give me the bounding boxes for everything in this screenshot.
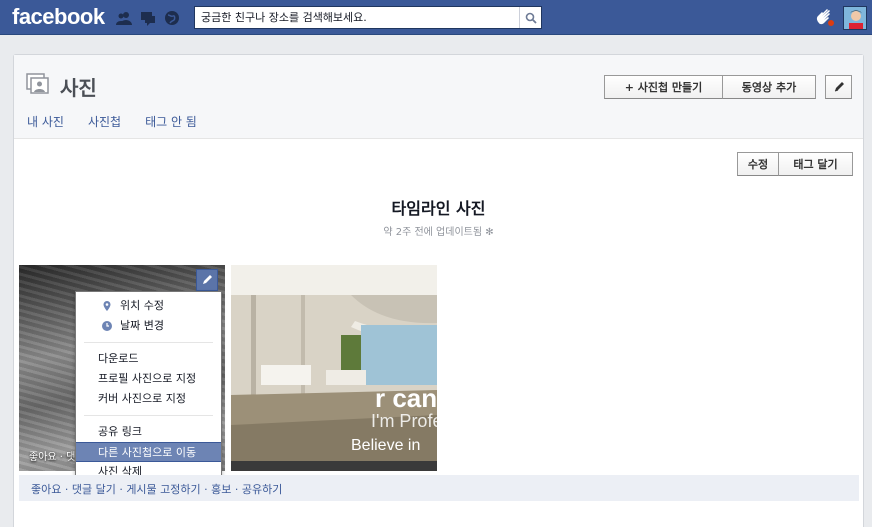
search-icon — [525, 12, 537, 24]
photo-overlay-small: Believe in — [351, 437, 421, 454]
menu-item-move-to-album[interactable]: 다른 사진첩으로 이동 — [76, 442, 221, 462]
photo-actions-links[interactable]: 좋아요 · 댓글 달기 · 게시물 고정하기 · 홍보 · 공유하기 — [31, 481, 282, 497]
menu-separator — [84, 415, 213, 416]
tag-album-button[interactable]: 태그 달기 — [779, 152, 853, 176]
top-navigation-bar: facebook — [0, 0, 872, 35]
photo-overlay-mid: I'm Profe — [371, 411, 437, 431]
menu-separator — [84, 342, 213, 343]
menu-item-share-link[interactable]: 공유 링크 — [76, 422, 221, 442]
photo-actions-bar: 좋아요 · 댓글 달기 · 게시물 고정하기 · 홍보 · 공유하기 — [19, 475, 859, 501]
tab-albums[interactable]: 사진첩 — [88, 113, 121, 130]
messages-icon[interactable] — [140, 10, 156, 26]
edit-album-button[interactable]: 수정 — [737, 152, 779, 176]
photos-icon — [26, 73, 49, 94]
add-video-button[interactable]: 동영상 추가 — [723, 75, 816, 99]
location-pin-icon — [103, 301, 111, 311]
album-subtitle: 약 2주 전에 업데이트됨 ✻ — [14, 223, 863, 238]
header-button-group: + 사진첩 만들기 동영상 추가 — [604, 75, 816, 99]
notifications-icon[interactable] — [164, 10, 180, 26]
avatar[interactable] — [843, 6, 867, 30]
edit-pencil-button[interactable] — [825, 75, 852, 99]
tab-my-photos[interactable]: 내 사진 — [27, 113, 64, 130]
photo-edit-button[interactable] — [196, 269, 218, 291]
hand-icon[interactable] — [814, 7, 836, 29]
photo-meta: 좋아요 · 댓 — [29, 452, 76, 463]
facebook-logo[interactable]: facebook — [12, 4, 105, 30]
updated-time: 약 2주 전에 업데이트됨 — [383, 227, 483, 238]
photo-item[interactable]: r can I'm Profe Believe in — [231, 265, 437, 471]
clock-icon — [102, 321, 112, 331]
page-title: 사진 — [60, 76, 97, 100]
menu-item-download[interactable]: 다운로드 — [76, 349, 221, 369]
album-button-group: 수정 태그 달기 — [737, 152, 853, 176]
pencil-icon — [834, 82, 844, 92]
menu-item-change-date[interactable]: 날짜 변경 — [76, 316, 221, 336]
search-button[interactable] — [519, 7, 541, 28]
menu-item-set-cover-photo[interactable]: 커버 사진으로 지정 — [76, 389, 221, 409]
create-album-button[interactable]: + 사진첩 만들기 — [604, 75, 723, 99]
profile-picture-icon — [844, 7, 866, 29]
album-title: 타임라인 사진 — [391, 199, 486, 218]
photo-tabs: 내 사진 사진첩 태그 안 됨 — [27, 113, 197, 130]
photos-panel: 사진 내 사진 사진첩 태그 안 됨 + 사진첩 만들기 동영상 추가 수정 태… — [13, 54, 864, 527]
pencil-icon — [203, 275, 212, 284]
search-input[interactable] — [195, 7, 519, 28]
tab-untagged[interactable]: 태그 안 됨 — [145, 113, 197, 130]
photo-overlay-big: r can — [375, 383, 437, 413]
photos-header: 사진 내 사진 사진첩 태그 안 됨 + 사진첩 만들기 동영상 추가 — [14, 55, 863, 139]
menu-item-set-profile-picture[interactable]: 프로필 사진으로 지정 — [76, 369, 221, 389]
menu-item-edit-location[interactable]: 위치 수정 — [76, 296, 221, 316]
photo-options-menu: 위치 수정 날짜 변경 다운로드 프로필 사진으로 지정 커버 사진으로 지정 … — [75, 291, 222, 487]
search-box[interactable] — [194, 6, 542, 29]
settings-gear-icon[interactable]: ✻ — [485, 227, 493, 238]
friends-icon[interactable] — [116, 10, 132, 26]
